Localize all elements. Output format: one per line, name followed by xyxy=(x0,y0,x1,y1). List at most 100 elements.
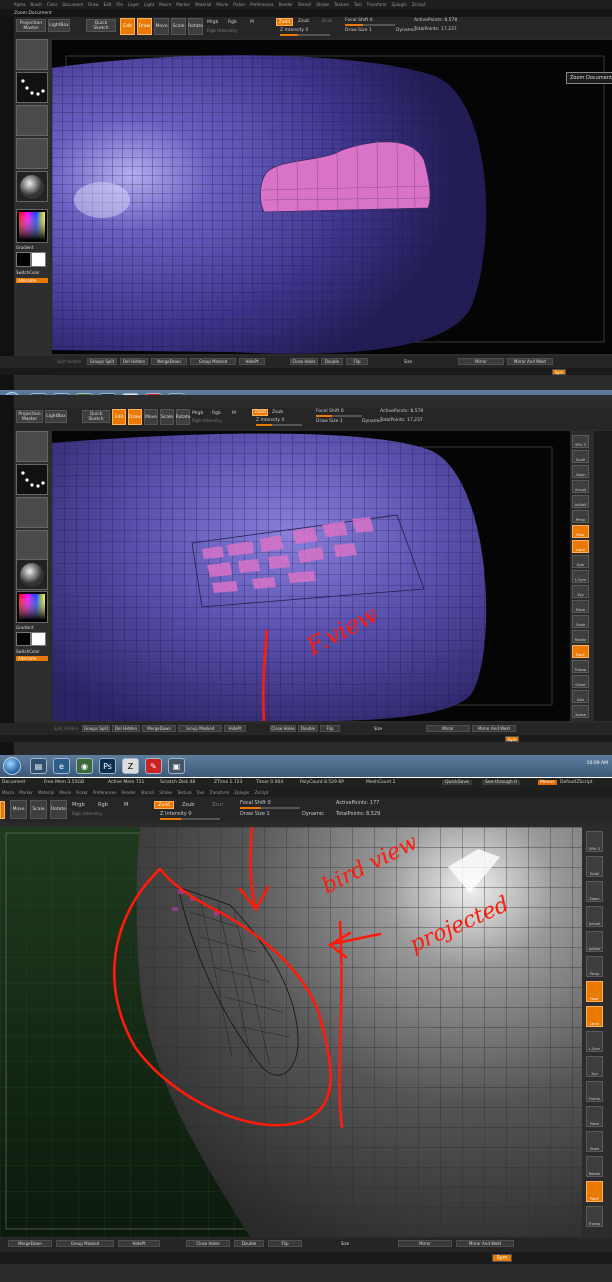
tray-xpose-button[interactable]: Xpose xyxy=(572,705,589,718)
menu-item-alpha[interactable]: Alpha xyxy=(14,2,25,7)
explorer-icon[interactable]: ▤ xyxy=(30,758,47,774)
z-intensity-slider[interactable]: Z Intensity 0 xyxy=(160,811,192,817)
tray-floor-button[interactable]: Floor xyxy=(586,981,603,1002)
double-button[interactable]: Double xyxy=(234,1240,264,1247)
menu-item-stencil[interactable]: Stencil xyxy=(298,2,312,7)
mrgb-toggle[interactable]: Mrgb xyxy=(72,802,85,808)
close-holes-button[interactable]: Close Holes xyxy=(270,725,296,732)
z-intensity-track[interactable] xyxy=(280,34,330,36)
main-color-swatch[interactable] xyxy=(16,632,31,646)
tray-spix-3-button[interactable]: SPix 3 xyxy=(572,435,589,448)
focal-shift-slider[interactable]: Focal Shift 0 xyxy=(316,409,344,414)
tray-solo-button[interactable]: Solo xyxy=(572,690,589,703)
m-toggle[interactable]: M xyxy=(232,411,236,416)
draw-button-partial[interactable] xyxy=(0,801,5,819)
menu-item-marker[interactable]: Marker xyxy=(19,790,33,795)
brush-slot[interactable] xyxy=(16,39,48,70)
tray-l-sym-button[interactable]: L.Sym xyxy=(586,1031,603,1052)
del-hidden-button[interactable]: Del Hidden xyxy=(120,358,148,365)
alternate-button[interactable]: Alternate xyxy=(16,656,48,661)
hidept-button[interactable]: HidePt xyxy=(224,725,246,732)
scale-button[interactable]: Scale xyxy=(160,409,174,425)
menu-item-edit[interactable]: Edit xyxy=(104,2,112,7)
focal-shift-track[interactable] xyxy=(240,807,300,809)
texture-slot[interactable] xyxy=(16,138,48,169)
brush-slot[interactable] xyxy=(16,431,48,462)
stroke-slot[interactable] xyxy=(16,72,48,103)
menu-item-texture[interactable]: Texture xyxy=(334,2,349,7)
dynamic-toggle[interactable]: Dynamic xyxy=(302,811,324,817)
secondary-color-swatch[interactable] xyxy=(31,632,46,646)
rotate-button[interactable]: Rotate xyxy=(176,409,190,425)
dynamic-toggle[interactable]: Dynamic xyxy=(396,28,416,33)
focal-shift-slider[interactable]: Focal Shift 0 xyxy=(345,18,373,23)
sym-button[interactable]: Sym xyxy=(505,736,519,742)
menu-item-preferences[interactable]: Preferences xyxy=(250,2,274,7)
close-holes-button[interactable]: Close Holes xyxy=(290,358,318,365)
flip-button[interactable]: Flip xyxy=(320,725,340,732)
zadd-button[interactable]: Zadd xyxy=(252,409,268,416)
tray-xyz-button[interactable]: Xyz xyxy=(586,1056,603,1077)
switchcolor-button[interactable]: SwitchColor xyxy=(16,649,40,654)
focal-shift-track[interactable] xyxy=(316,415,362,417)
m-toggle[interactable]: M xyxy=(124,802,128,808)
quick-sketch-button[interactable]: Quick Sketch xyxy=(86,19,116,32)
quicksave-button[interactable]: QuickSave xyxy=(442,780,472,785)
default-zscript[interactable]: DefaultZScript xyxy=(560,780,593,785)
zadd-button[interactable]: Zadd xyxy=(276,18,293,26)
group-masked-button[interactable]: Group Masked xyxy=(190,358,236,365)
tray-rotate-button[interactable]: Rotate xyxy=(572,630,589,643)
draw-size-slider[interactable]: Draw Size 1 xyxy=(240,811,270,817)
rotate-button[interactable]: Rotate xyxy=(50,800,67,819)
rgb-toggle[interactable]: Rgb xyxy=(228,20,237,25)
tray-actual-button[interactable]: Actual xyxy=(586,906,603,927)
zcut-button[interactable]: Zcut xyxy=(322,19,332,24)
rgb-intensity-slider[interactable]: Rgb Intensity xyxy=(192,419,222,424)
scale-button[interactable]: Scale xyxy=(171,18,186,35)
close-holes-button[interactable]: Close Holes xyxy=(186,1240,230,1247)
tray-l-sym-button[interactable]: L.Sym xyxy=(572,570,589,583)
rotate-button[interactable]: Rotate xyxy=(188,18,203,35)
menu-item-zplugin[interactable]: Zplugin xyxy=(234,790,249,795)
dynamic-toggle[interactable]: Dynamic xyxy=(362,419,382,424)
document-menu[interactable]: Document xyxy=(2,780,25,785)
z-intensity-slider[interactable]: Z Intensity 0 xyxy=(256,418,284,423)
mirror-button[interactable]: Mirror xyxy=(426,725,470,732)
menu-item-stroke[interactable]: Stroke xyxy=(316,2,329,7)
menu-item-stencil[interactable]: Stencil xyxy=(141,790,155,795)
chrome-icon[interactable]: ◉ xyxy=(76,758,93,774)
tray-zoom-button[interactable]: Zoom xyxy=(586,881,603,902)
tray-aahalf-button[interactable]: AAHalf xyxy=(586,931,603,952)
mergedown-button[interactable]: MergeDown xyxy=(151,358,187,365)
tray-frame-button[interactable]: Frame xyxy=(586,1081,603,1102)
sketchup-icon[interactable]: ✎ xyxy=(145,758,162,774)
draw-size-slider[interactable]: Draw Size 1 xyxy=(345,28,372,33)
gradient-label[interactable]: Gradient xyxy=(16,245,33,250)
menu-item-marker[interactable]: Marker xyxy=(176,2,190,7)
menu-item-material[interactable]: Material xyxy=(195,2,211,7)
tray-transp-button[interactable]: Transp xyxy=(586,1206,603,1227)
menu-item-tool[interactable]: Tool xyxy=(197,790,205,795)
alpha-slot[interactable] xyxy=(16,497,48,528)
tray-polyf-button[interactable]: PolyF xyxy=(586,1181,603,1202)
mergedown-button[interactable]: MergeDown xyxy=(142,725,176,732)
menu-item-movie[interactable]: Movie xyxy=(216,2,228,7)
projection-master-button[interactable]: Projection Master xyxy=(16,19,46,32)
sym-button[interactable]: Sym xyxy=(552,369,566,375)
menu-item-file[interactable]: File xyxy=(116,2,123,7)
zadd-button[interactable]: Zadd xyxy=(154,801,174,809)
focal-shift-slider[interactable]: Focal Shift 0 xyxy=(240,800,271,806)
z-intensity-track[interactable] xyxy=(256,424,302,426)
m-toggle[interactable]: M xyxy=(250,20,254,25)
mirror-button[interactable]: Mirror xyxy=(398,1240,452,1247)
projection-master-button[interactable]: Projection Master xyxy=(16,410,43,423)
hidept-button[interactable]: HidePt xyxy=(239,358,265,365)
group-masked-button[interactable]: Group Masked xyxy=(178,725,222,732)
edit-button[interactable]: Edit xyxy=(120,18,135,35)
double-button[interactable]: Double xyxy=(321,358,343,365)
split-hidden-button[interactable]: Split Hidden xyxy=(52,725,80,732)
main-color-swatch[interactable] xyxy=(16,252,31,267)
color-picker[interactable] xyxy=(16,591,48,623)
groups-split-button[interactable]: Groups Split xyxy=(87,358,117,365)
move-button[interactable]: Move xyxy=(154,18,169,35)
